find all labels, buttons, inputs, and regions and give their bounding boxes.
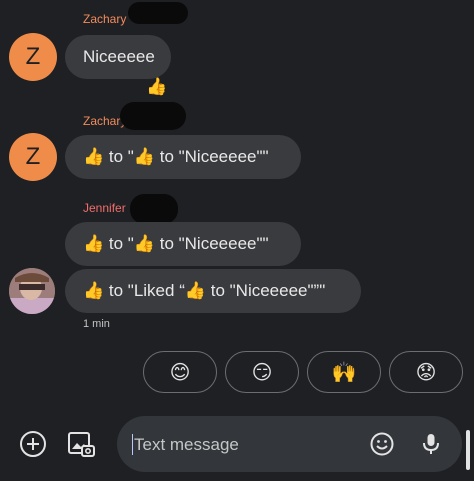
message-bubble[interactable]: Niceeeee xyxy=(65,35,171,79)
avatar-zachary-1[interactable]: Z xyxy=(9,33,57,81)
avatar-letter: Z xyxy=(25,43,41,70)
voice-input-button[interactable] xyxy=(417,430,445,458)
plus-circle-icon xyxy=(20,431,46,457)
suggestion-smirk[interactable]: 😏 xyxy=(225,351,299,393)
avatar-zachary-2[interactable]: Z xyxy=(9,133,57,181)
gallery-button[interactable] xyxy=(65,428,97,460)
message-bubble[interactable]: 👍 to "👍 to "Niceeeee"" xyxy=(65,135,301,179)
text-cursor xyxy=(132,434,133,455)
message-bubble[interactable]: 👍 to "👍 to "Niceeeee"" xyxy=(65,222,301,266)
emoji-icon xyxy=(370,432,394,456)
suggestion-smile[interactable]: 😊 xyxy=(143,351,217,393)
scrollbar-thumb[interactable] xyxy=(466,430,470,470)
message-input-placeholder[interactable]: Text message xyxy=(134,435,239,455)
sender-name-zachary-1: Zachary xyxy=(83,12,127,26)
message-timestamp: 1 min xyxy=(83,318,110,330)
redaction-mark xyxy=(120,102,186,130)
avatar-photo xyxy=(9,268,55,314)
message-input-bar[interactable]: Text message xyxy=(117,416,462,472)
suggestion-worried[interactable]: 😟 xyxy=(389,351,463,393)
gallery-icon xyxy=(68,432,95,457)
add-attachment-button[interactable] xyxy=(17,428,49,460)
mic-icon xyxy=(423,434,439,454)
avatar-jennifer[interactable] xyxy=(9,268,55,314)
redaction-mark xyxy=(130,194,178,224)
reaction-thumbs-up[interactable]: 👍 xyxy=(146,78,167,96)
emoji-button[interactable] xyxy=(368,430,396,458)
sender-name-jennifer: Jennifer xyxy=(83,201,126,215)
avatar-letter: Z xyxy=(25,143,41,170)
redaction-mark xyxy=(128,2,188,24)
suggestion-raised-hands[interactable]: 🙌 xyxy=(307,351,381,393)
message-bubble[interactable]: 👍 to "Liked “👍 to "Niceeeee"”" xyxy=(65,269,361,313)
